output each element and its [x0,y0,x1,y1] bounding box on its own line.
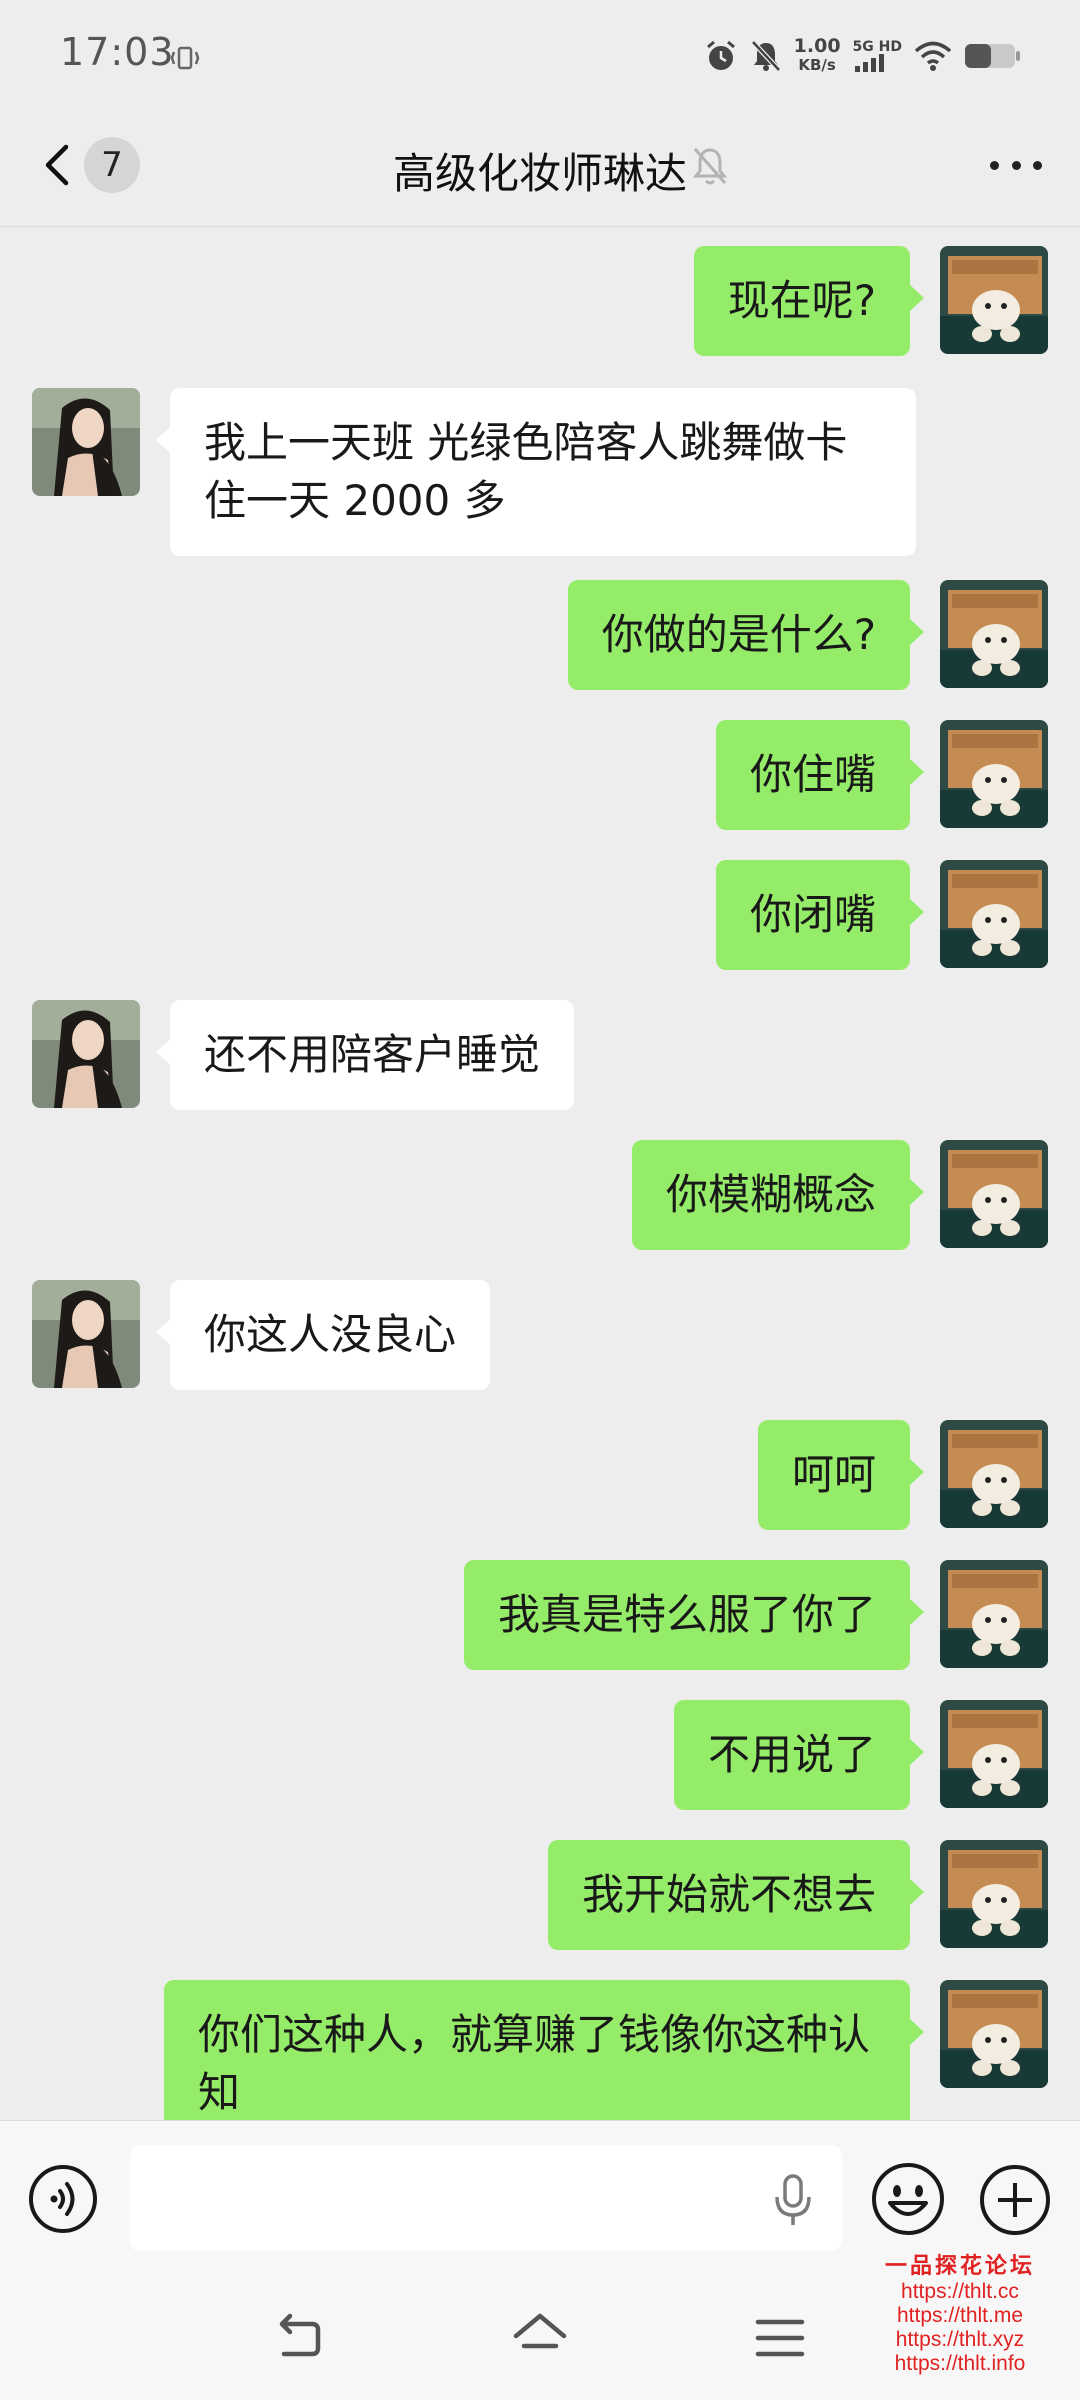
contact-avatar[interactable] [32,1280,140,1388]
my-avatar[interactable] [940,246,1048,354]
my-avatar[interactable] [940,580,1048,688]
contact-avatar[interactable] [32,1000,140,1108]
message-bubble[interactable]: 现在呢? [693,246,925,356]
watermark-link: https://thlt.me [896,2304,1024,2327]
message-row-sent: 现在呢? [0,246,1080,356]
message-bubble[interactable]: 你闭嘴 [715,860,925,970]
my-avatar[interactable] [940,1700,1048,1808]
status-icons: 1.00 KB/s 5G HD [704,34,1022,78]
message-row-received: 还不用陪客户睡觉 [0,1000,1080,1110]
my-avatar[interactable] [940,860,1048,968]
network-label: 5G HD [852,39,902,55]
my-avatar[interactable] [940,1560,1048,1668]
watermark-link: https://thlt.cc [901,2280,1019,2303]
my-avatar[interactable] [940,1140,1048,1248]
my-avatar[interactable] [940,1840,1048,1948]
wifi-icon [914,41,952,71]
nav-menu-icon[interactable] [752,2312,808,2364]
watermark-link: https://thlt.xyz [895,2328,1025,2351]
chat-title: 高级化妆师琳达 [392,149,687,198]
watermark-title: 一品探花论坛 [884,2253,1035,2279]
bell-off-icon [750,40,781,72]
my-avatar[interactable] [940,720,1048,828]
watermark-link: https://thlt.info [894,2352,1026,2375]
message-row-sent: 你闭嘴 [0,860,1080,970]
message-bubble[interactable]: 我开始就不想去 [547,1840,925,1950]
message-input[interactable] [130,2145,842,2251]
my-avatar[interactable] [940,1420,1048,1528]
message-bubble[interactable]: 你做的是什么? [567,580,925,690]
message-list[interactable]: 现在呢? 我上一天班 光绿色陪客人跳舞做卡住一天 2000 多你做的是什么? 你住嘴… [0,226,1080,2120]
mute-icon [692,148,728,185]
message-row-sent: 我开始就不想去 [0,1840,1080,1950]
mic-icon[interactable] [770,2173,816,2229]
status-time: 17:03 [60,30,175,74]
nav-back-icon[interactable] [270,2310,326,2366]
message-row-sent: 不用说了 [0,1700,1080,1810]
speed-unit: KB/s [798,56,836,74]
message-row-received: 你这人没良心 [0,1280,1080,1390]
message-bubble[interactable]: 还不用陪客户睡觉 [155,1000,575,1110]
alarm-icon [706,40,735,70]
vibrate-icon [170,46,200,70]
signal-icon [854,54,884,72]
message-row-sent: 你模糊概念 [0,1140,1080,1250]
battery-icon [965,44,1020,68]
message-bubble[interactable]: 你模糊概念 [631,1140,925,1250]
network-type: 5G HD [853,40,902,72]
emoji-icon[interactable] [870,2161,946,2237]
more-icon[interactable] [990,158,1042,174]
watermark: 一品探花论坛 https://thlt.cc https://thlt.me h… [850,2248,1070,2376]
message-row-sent: 你做的是什么? [0,580,1080,690]
chat-header: 7 高级化妆师琳达 [0,110,1080,227]
message-bubble[interactable]: 不用说了 [673,1700,925,1810]
status-bar: 17:03 1.00 KB/s 5G HD [0,0,1080,110]
message-row-sent: 呵呵 [0,1420,1080,1530]
message-row-sent: 你们这种人，就算赚了钱像你这种认知 [0,1980,1080,2120]
plus-icon[interactable] [978,2163,1052,2237]
message-bubble[interactable]: 你这人没良心 [155,1280,491,1390]
network-speed: 1.00 KB/s [794,37,841,75]
message-bubble[interactable]: 你们这种人，就算赚了钱像你这种认知 [164,1980,924,2120]
contact-avatar[interactable] [32,388,140,496]
speed-value: 1.00 [793,35,841,57]
message-row-sent: 我真是特么服了你了 [0,1560,1080,1670]
my-avatar[interactable] [940,1980,1048,2088]
message-bubble[interactable]: 我上一天班 光绿色陪客人跳舞做卡住一天 2000 多 [156,388,916,556]
message-bubble[interactable]: 你住嘴 [715,720,925,830]
message-bubble[interactable]: 我真是特么服了你了 [463,1560,925,1670]
message-row-received: 我上一天班 光绿色陪客人跳舞做卡住一天 2000 多 [0,388,1080,556]
message-bubble[interactable]: 呵呵 [757,1420,925,1530]
nav-home-icon[interactable] [510,2308,570,2368]
voice-icon[interactable] [28,2164,98,2234]
message-row-sent: 你住嘴 [0,720,1080,830]
